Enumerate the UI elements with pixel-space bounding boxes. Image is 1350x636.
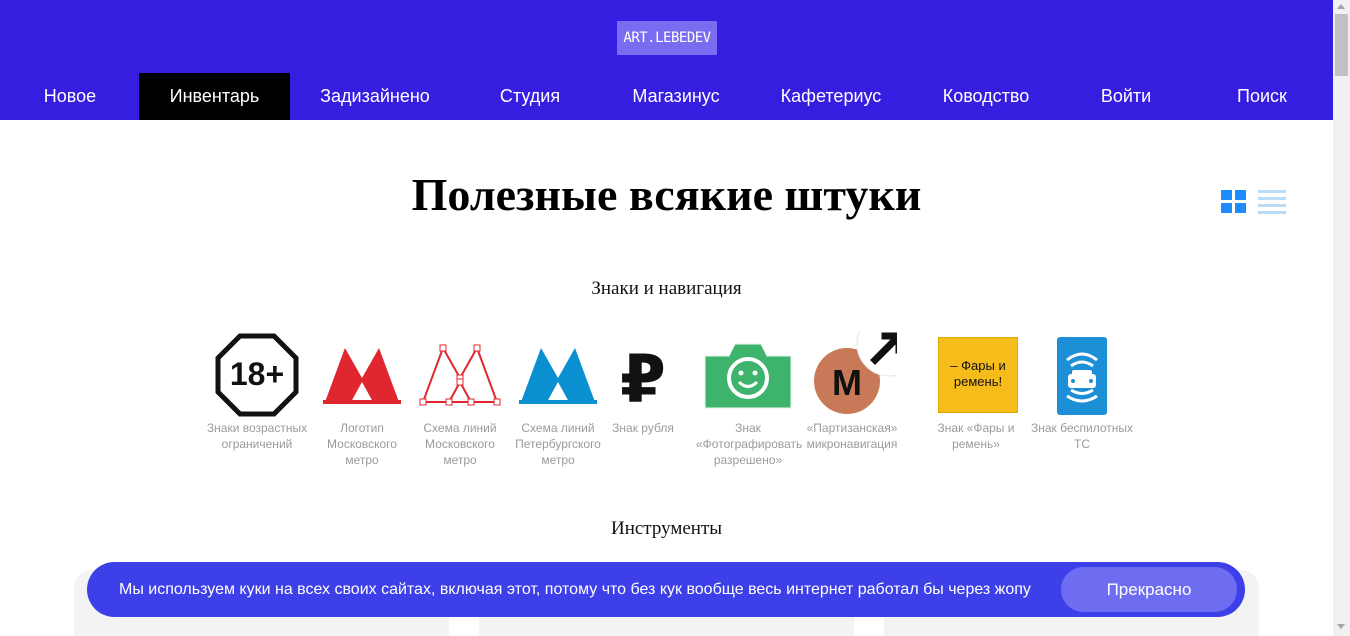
photo-allowed-camera-icon xyxy=(703,330,793,420)
nav-item-new[interactable]: Новое xyxy=(20,73,120,120)
sign-caption: Знаки возрастных ограничений xyxy=(206,421,308,451)
nav-item-search[interactable]: Поиск xyxy=(1222,73,1302,120)
section-title-signs: Знаки и навигация xyxy=(591,278,742,299)
age-rating-18-icon: 18+ xyxy=(212,330,302,420)
sign-caption: Знак беспилотных ТС xyxy=(1030,421,1134,451)
section-title-tools: Инструменты xyxy=(610,518,723,539)
moscow-metro-logo-icon xyxy=(317,330,407,420)
nav-item-designed[interactable]: Задизайнено xyxy=(305,73,445,120)
sign-item-driverless-vehicle[interactable]: Знак беспилотных ТС xyxy=(1030,330,1134,452)
scroll-up-arrow-icon[interactable] xyxy=(1337,4,1345,9)
sign-item-fary-remen[interactable]: – Фары и ремень! Знак «Фары и ремень» xyxy=(924,330,1028,452)
main-nav: Новое Инвентарь Задизайнено Студия Магаз… xyxy=(0,73,1333,120)
ruble-sign-icon: ₽ xyxy=(598,330,688,420)
sign-caption: Знак «Фотографировать разрешено» xyxy=(696,421,803,467)
nav-item-inventory[interactable]: Инвентарь xyxy=(139,73,290,120)
sign-item-age-ratings[interactable]: 18+ Знаки возрастных ограничений xyxy=(205,330,309,452)
headlights-seatbelt-sign-icon: – Фары и ремень! xyxy=(931,330,1021,420)
fary-sign-text: – Фары и ремень! xyxy=(950,358,1006,389)
sign-caption: Знак рубля xyxy=(612,421,674,435)
sign-caption: Схема линий Московского метро xyxy=(423,421,497,467)
grid-view-icon[interactable] xyxy=(1221,190,1247,214)
partizan-letter: М xyxy=(832,362,862,403)
sign-item-partizanskaya[interactable]: М «Партизанская» микронавигация xyxy=(800,311,922,452)
petersburg-metro-lines-icon xyxy=(513,330,603,420)
driverless-vehicle-sign-icon xyxy=(1037,330,1127,420)
sign-caption: Логотип Московского метро xyxy=(327,421,397,467)
age-rating-text: 18+ xyxy=(230,356,284,392)
nav-item-kovodstvo[interactable]: Ководство xyxy=(926,73,1046,120)
nav-item-studio[interactable]: Студия xyxy=(480,73,580,120)
partizanskaya-micronavigation-icon: М xyxy=(807,311,922,420)
nav-item-shop[interactable]: Магазинус xyxy=(616,73,736,120)
page-title: Полезные всякие штуки xyxy=(411,169,922,220)
list-view-icon[interactable] xyxy=(1258,190,1286,214)
scrollbar[interactable] xyxy=(1333,0,1350,636)
sign-item-moscow-metro-logo[interactable]: Логотип Московского метро xyxy=(310,330,414,468)
sign-caption: Знак «Фары и ремень» xyxy=(937,421,1015,451)
nav-item-login[interactable]: Войти xyxy=(1086,73,1166,120)
site-logo[interactable]: ART.LEBEDEV xyxy=(617,21,717,55)
cookie-banner: Мы используем куки на всех своих сайтах,… xyxy=(87,562,1245,617)
sign-item-moscow-metro-scheme[interactable]: Схема линий Московского метро xyxy=(408,330,512,468)
ruble-glyph: ₽ xyxy=(620,341,666,418)
sign-item-photo-allowed[interactable]: Знак «Фотографировать разрешено» xyxy=(696,330,803,468)
site-header: ART.LEBEDEV Новое Инвентарь Задизайнено … xyxy=(0,0,1333,120)
moscow-metro-lines-scheme-icon xyxy=(415,330,505,420)
scroll-down-arrow-icon[interactable] xyxy=(1337,624,1345,629)
sign-caption: «Партизанская» микронавигация xyxy=(806,421,898,451)
cookie-banner-text: Мы используем куки на всех своих сайтах,… xyxy=(119,581,1031,598)
scroll-thumb[interactable] xyxy=(1335,14,1348,76)
nav-item-cafeterius[interactable]: Кафетериус xyxy=(766,73,896,120)
cookie-accept-button[interactable]: Прекрасно xyxy=(1061,567,1237,612)
sign-item-ruble-sign[interactable]: ₽ Знак рубля xyxy=(591,330,695,436)
